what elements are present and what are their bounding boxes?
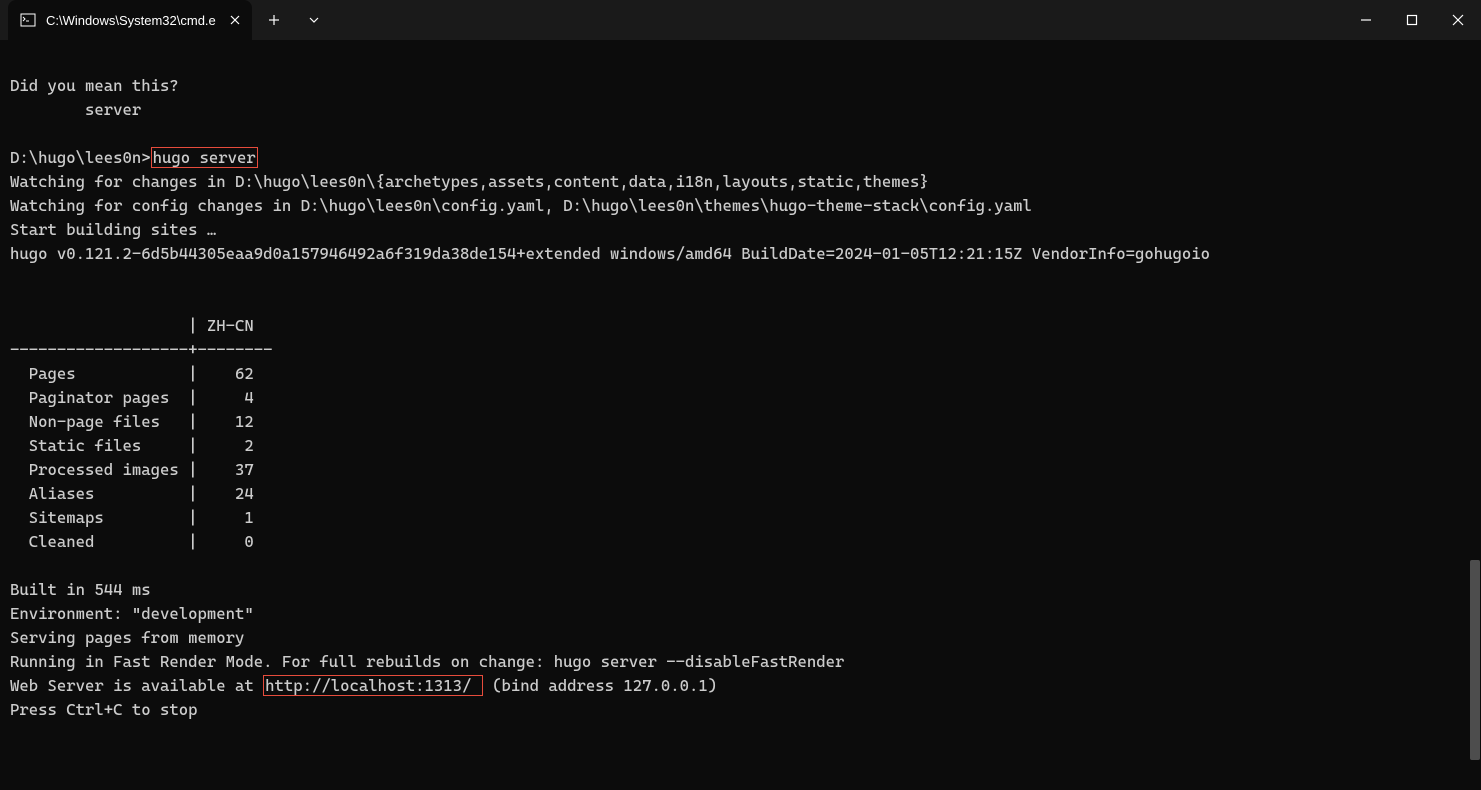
prompt-path: D:\hugo\lees0n> <box>10 148 151 167</box>
close-button[interactable] <box>1435 0 1481 40</box>
output-line: Built in 544 ms <box>10 580 151 599</box>
table-row: Pages | 62 <box>10 364 273 383</box>
output-line: Watching for config changes in D:\hugo\l… <box>10 196 1032 215</box>
tab-dropdown-button[interactable] <box>296 4 332 36</box>
output-line: hugo v0.121.2-6d5b44305eaa9d0a157946492a… <box>10 244 1210 263</box>
output-line: Watching for changes in D:\hugo\lees0n\{… <box>10 172 929 191</box>
output-line-prefix: Web Server is available at <box>10 676 263 695</box>
table-header: | ZH-CN <box>10 316 273 335</box>
output-line-suffix: (bind address 127.0.0.1) <box>492 676 717 695</box>
table-row: Aliases | 24 <box>10 484 273 503</box>
output-line: Serving pages from memory <box>10 628 244 647</box>
tab-title: C:\Windows\System32\cmd.e <box>46 13 216 28</box>
new-tab-button[interactable] <box>256 4 292 36</box>
tabs-area: C:\Windows\System32\cmd.e <box>0 0 332 40</box>
close-tab-button[interactable] <box>226 11 244 29</box>
table-row: Processed images | 37 <box>10 460 273 479</box>
table-row: Sitemaps | 1 <box>10 508 273 527</box>
table-row: Non-page files | 12 <box>10 412 273 431</box>
highlighted-url: http://localhost:1313/ <box>263 675 483 696</box>
output-line: Press Ctrl+C to stop <box>10 700 198 719</box>
scrollbar[interactable] <box>1469 40 1481 790</box>
output-line: Start building sites … <box>10 220 216 239</box>
output-line: Did you mean this? <box>10 76 179 95</box>
terminal-output[interactable]: Did you mean this? server D:\hugo\lees0n… <box>0 40 1481 732</box>
window-titlebar: C:\Windows\System32\cmd.e <box>0 0 1481 40</box>
minimize-button[interactable] <box>1343 0 1389 40</box>
maximize-button[interactable] <box>1389 0 1435 40</box>
cmd-icon <box>20 12 36 28</box>
table-divider: -------------------+-------- <box>10 340 273 359</box>
table-row: Cleaned | 0 <box>10 532 273 551</box>
highlighted-command: hugo server <box>151 147 258 168</box>
output-line: server <box>10 100 141 119</box>
scrollbar-thumb[interactable] <box>1470 560 1480 760</box>
output-line: Environment: "development" <box>10 604 254 623</box>
table-row: Static files | 2 <box>10 436 273 455</box>
output-line: Running in Fast Render Mode. For full re… <box>10 652 844 671</box>
tab-cmd[interactable]: C:\Windows\System32\cmd.e <box>8 0 252 40</box>
window-controls <box>1343 0 1481 40</box>
table-row: Paginator pages | 4 <box>10 388 273 407</box>
